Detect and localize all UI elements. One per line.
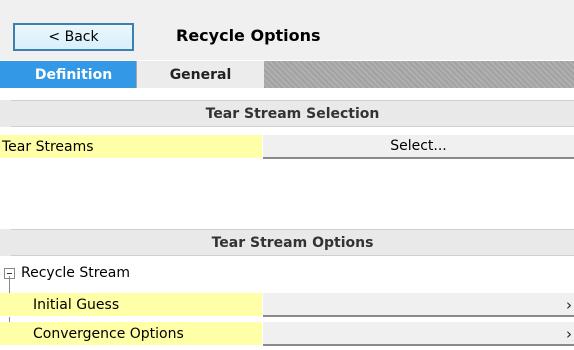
tab-general[interactable]: General bbox=[137, 61, 264, 88]
tab-bar-filler bbox=[264, 61, 574, 88]
convergence-options-value[interactable]: › bbox=[263, 322, 574, 346]
tear-streams-row: Tear Streams Select... bbox=[0, 135, 574, 159]
initial-guess-value[interactable]: › bbox=[263, 293, 574, 317]
select-tear-streams-button[interactable]: Select... bbox=[263, 135, 574, 159]
chevron-right-icon: › bbox=[566, 296, 572, 314]
tab-bar: Definition General bbox=[0, 61, 574, 88]
header-bar: < Back Recycle Options bbox=[0, 0, 574, 60]
section-header-tear-selection: Tear Stream Selection bbox=[11, 100, 574, 127]
section-header-tear-options: Tear Stream Options bbox=[11, 229, 574, 256]
section-left-strip bbox=[0, 229, 11, 256]
recycle-stream-group[interactable]: Recycle Stream bbox=[0, 261, 574, 285]
tab-bar-accent bbox=[0, 61, 11, 88]
initial-guess-row: Initial Guess › bbox=[0, 293, 574, 317]
recycle-stream-label: Recycle Stream bbox=[21, 265, 130, 281]
initial-guess-label: Initial Guess bbox=[0, 293, 262, 317]
tear-streams-label: Tear Streams bbox=[0, 135, 262, 159]
tab-definition[interactable]: Definition bbox=[11, 61, 136, 88]
convergence-options-row: Convergence Options › bbox=[0, 322, 574, 346]
back-button[interactable]: < Back bbox=[13, 23, 134, 51]
section-left-strip bbox=[0, 100, 11, 127]
chevron-right-icon: › bbox=[566, 325, 572, 343]
convergence-options-label: Convergence Options bbox=[0, 322, 262, 346]
page-title: Recycle Options bbox=[176, 26, 321, 45]
properties-pane: Tear Stream Selection Tear Streams Selec… bbox=[0, 90, 574, 350]
